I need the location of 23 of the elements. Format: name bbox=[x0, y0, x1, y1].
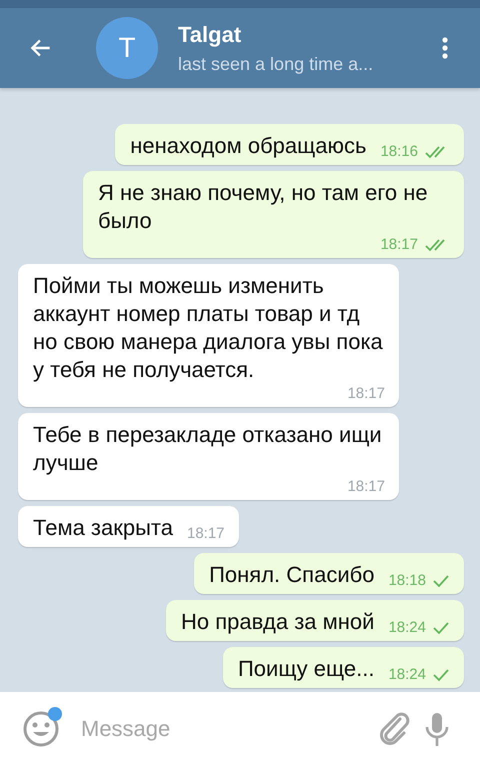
microphone-icon[interactable] bbox=[424, 711, 450, 747]
message-time: 18:24 bbox=[388, 665, 426, 685]
menu-icon[interactable] bbox=[442, 36, 448, 60]
message-text: Поищу еще... bbox=[238, 655, 374, 683]
avatar[interactable]: T bbox=[96, 17, 158, 79]
message-time: 18:17 bbox=[347, 477, 385, 497]
message-text: Я не знаю почему, но там его не было bbox=[98, 179, 429, 235]
paperclip-icon[interactable] bbox=[378, 711, 410, 747]
message-text: Пойми ты можешь изменить аккаунт номер платы товар и тд но свою манера диалога увы пока у тебя не получается. bbox=[33, 272, 384, 384]
emoji-icon[interactable] bbox=[23, 711, 59, 747]
last-seen-status: last seen a long time a... bbox=[178, 54, 374, 74]
message-text: Но правда за мной bbox=[180, 608, 374, 636]
message-time: 18:16 bbox=[380, 142, 418, 162]
message-text: Тебе в перезакладе отказано ищи лучше bbox=[33, 421, 383, 477]
contact-name: Talgat bbox=[178, 22, 242, 48]
message-time: 18:17 bbox=[347, 384, 385, 404]
message-time: 18:17 bbox=[380, 235, 418, 255]
message-time: 18:18 bbox=[388, 571, 426, 591]
message-text: Тема закрыта bbox=[33, 514, 173, 542]
message-time: 18:24 bbox=[388, 618, 426, 638]
message-text: Понял. Спасибо bbox=[209, 561, 374, 589]
message-time: 18:17 bbox=[186, 524, 225, 544]
message-text: ненаходом обращаюсь bbox=[130, 132, 366, 160]
